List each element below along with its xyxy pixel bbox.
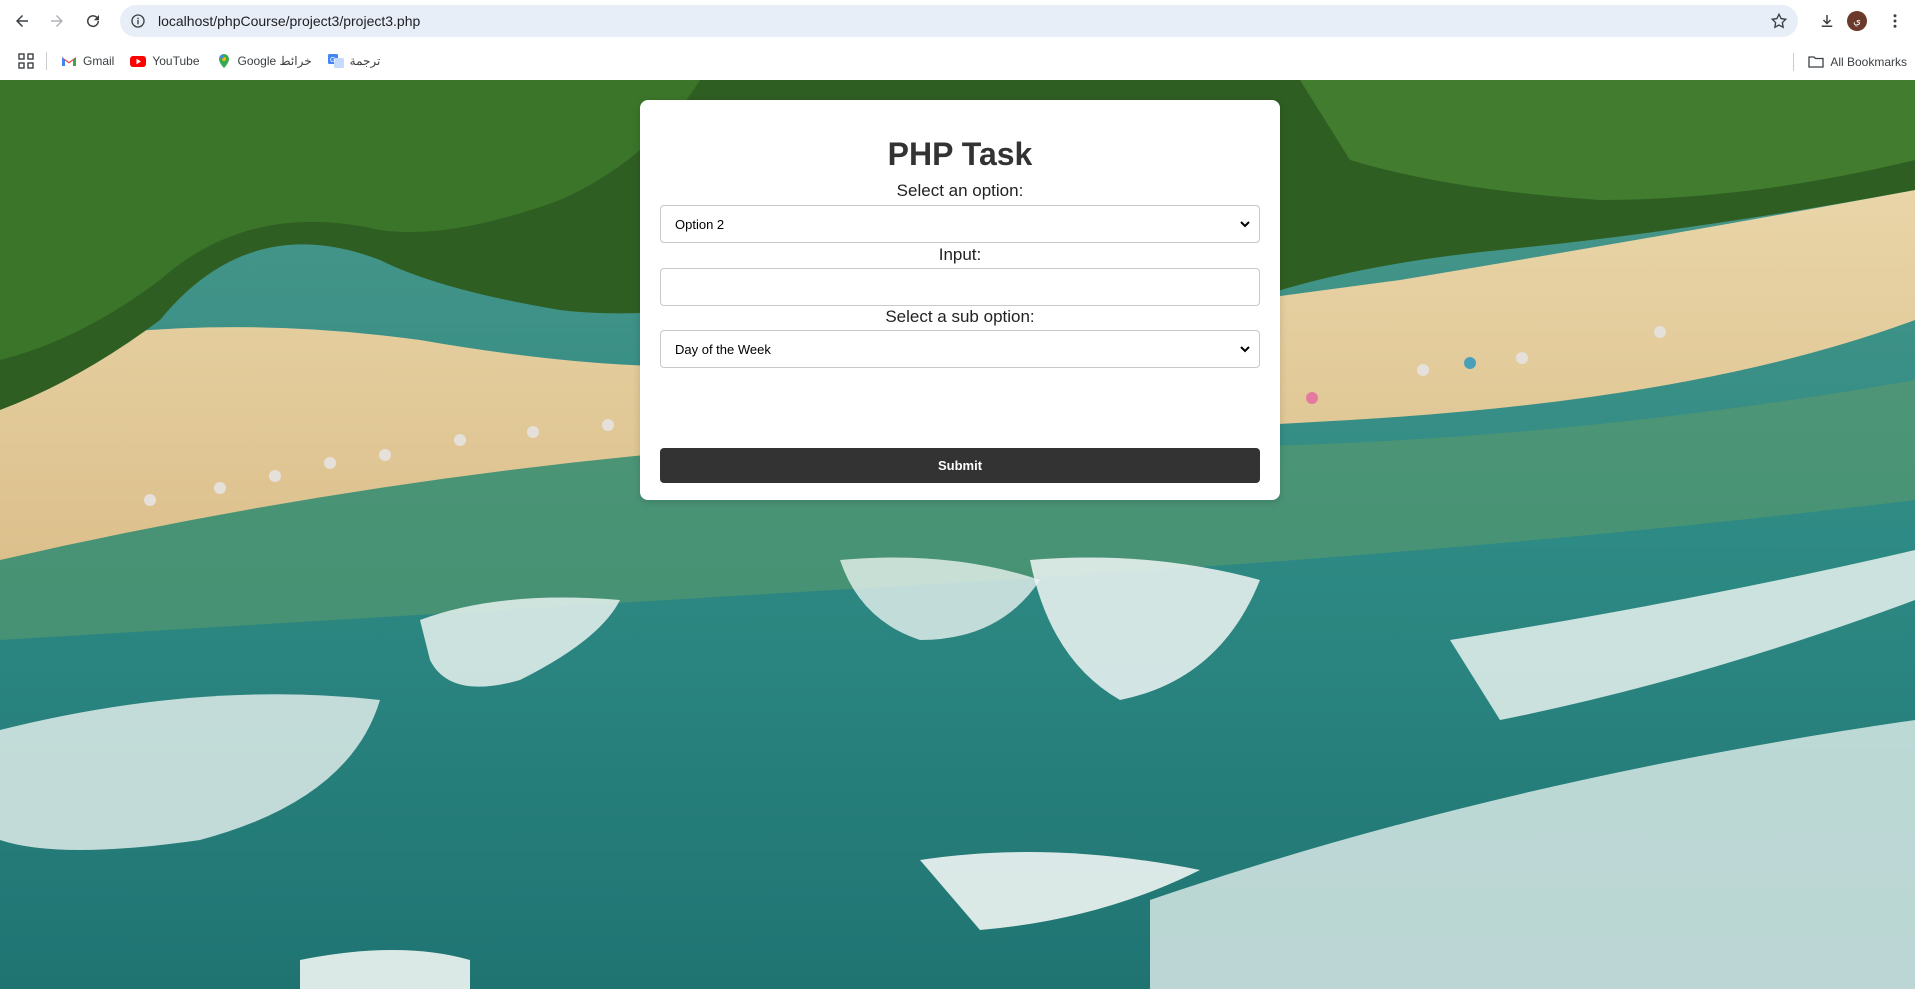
address-bar[interactable]: localhost/phpCourse/project3/project3.ph… bbox=[120, 5, 1798, 37]
all-bookmarks-label: All Bookmarks bbox=[1830, 55, 1907, 69]
bookmark-gmail[interactable]: Gmail bbox=[61, 53, 114, 69]
more-vertical-icon bbox=[1893, 14, 1897, 28]
all-bookmarks-button[interactable]: All Bookmarks bbox=[1793, 53, 1907, 71]
svg-text:G: G bbox=[330, 57, 335, 64]
input-label: Input: bbox=[938, 245, 982, 264]
sub-option-select-value: Day of the Week bbox=[675, 341, 771, 357]
submit-button[interactable]: Submit bbox=[660, 448, 1260, 483]
download-icon bbox=[1821, 15, 1833, 27]
back-button[interactable] bbox=[8, 7, 36, 35]
option-select-value: Option 2 bbox=[675, 216, 725, 232]
reload-icon bbox=[87, 15, 100, 28]
page-viewport: PHP Task Select an option: Option 2 Inpu… bbox=[0, 80, 1915, 989]
bookmark-label: ترجمة bbox=[349, 54, 381, 68]
toolbar-right: ي bbox=[1813, 0, 1915, 42]
bookmark-label: Google خرائط bbox=[237, 54, 312, 68]
text-input-field[interactable] bbox=[660, 268, 1260, 306]
gmail-icon bbox=[62, 57, 76, 66]
bookmark-star-icon[interactable] bbox=[1770, 12, 1788, 30]
bookmark-maps[interactable]: Google خرائط bbox=[216, 53, 312, 69]
bookmark-translate[interactable]: G ترجمة bbox=[327, 53, 381, 69]
chevron-down-icon bbox=[1240, 221, 1250, 228]
apps-grid-icon[interactable] bbox=[18, 53, 34, 69]
option-select[interactable]: Option 2 bbox=[660, 205, 1260, 243]
form-card: PHP Task Select an option: Option 2 Inpu… bbox=[640, 100, 1280, 500]
chevron-down-icon bbox=[1240, 346, 1250, 353]
translate-icon: G bbox=[327, 54, 344, 68]
browser-toolbar: localhost/phpCourse/project3/project3.ph… bbox=[0, 0, 1915, 42]
folder-icon bbox=[1808, 56, 1824, 68]
option-label: Select an option: bbox=[896, 181, 1024, 200]
downloads-button[interactable] bbox=[1813, 7, 1841, 35]
forward-button[interactable] bbox=[43, 7, 71, 35]
forward-arrow-icon bbox=[51, 15, 63, 27]
url-text[interactable]: localhost/phpCourse/project3/project3.ph… bbox=[158, 13, 420, 29]
bookmark-label: Gmail bbox=[83, 54, 115, 68]
reload-button[interactable] bbox=[79, 7, 107, 35]
page-title: PHP Task bbox=[887, 136, 1033, 172]
maps-icon bbox=[218, 54, 229, 68]
menu-button[interactable] bbox=[1881, 7, 1909, 35]
sub-option-label: Select a sub option: bbox=[885, 307, 1035, 326]
bookmarks-separator bbox=[1793, 53, 1795, 71]
profile-avatar[interactable]: ي bbox=[1847, 11, 1867, 31]
bookmarks-bar: Gmail YouTube Google خرائط G ترجمة All B… bbox=[0, 42, 1915, 80]
bookmark-label: YouTube bbox=[152, 54, 200, 68]
bookmark-youtube[interactable]: YouTube bbox=[130, 53, 200, 69]
back-arrow-icon bbox=[16, 15, 28, 27]
sub-option-select[interactable]: Day of the Week bbox=[660, 330, 1260, 368]
youtube-icon bbox=[130, 56, 147, 67]
bookmarks-separator bbox=[46, 52, 47, 70]
site-info-icon[interactable] bbox=[130, 13, 146, 29]
